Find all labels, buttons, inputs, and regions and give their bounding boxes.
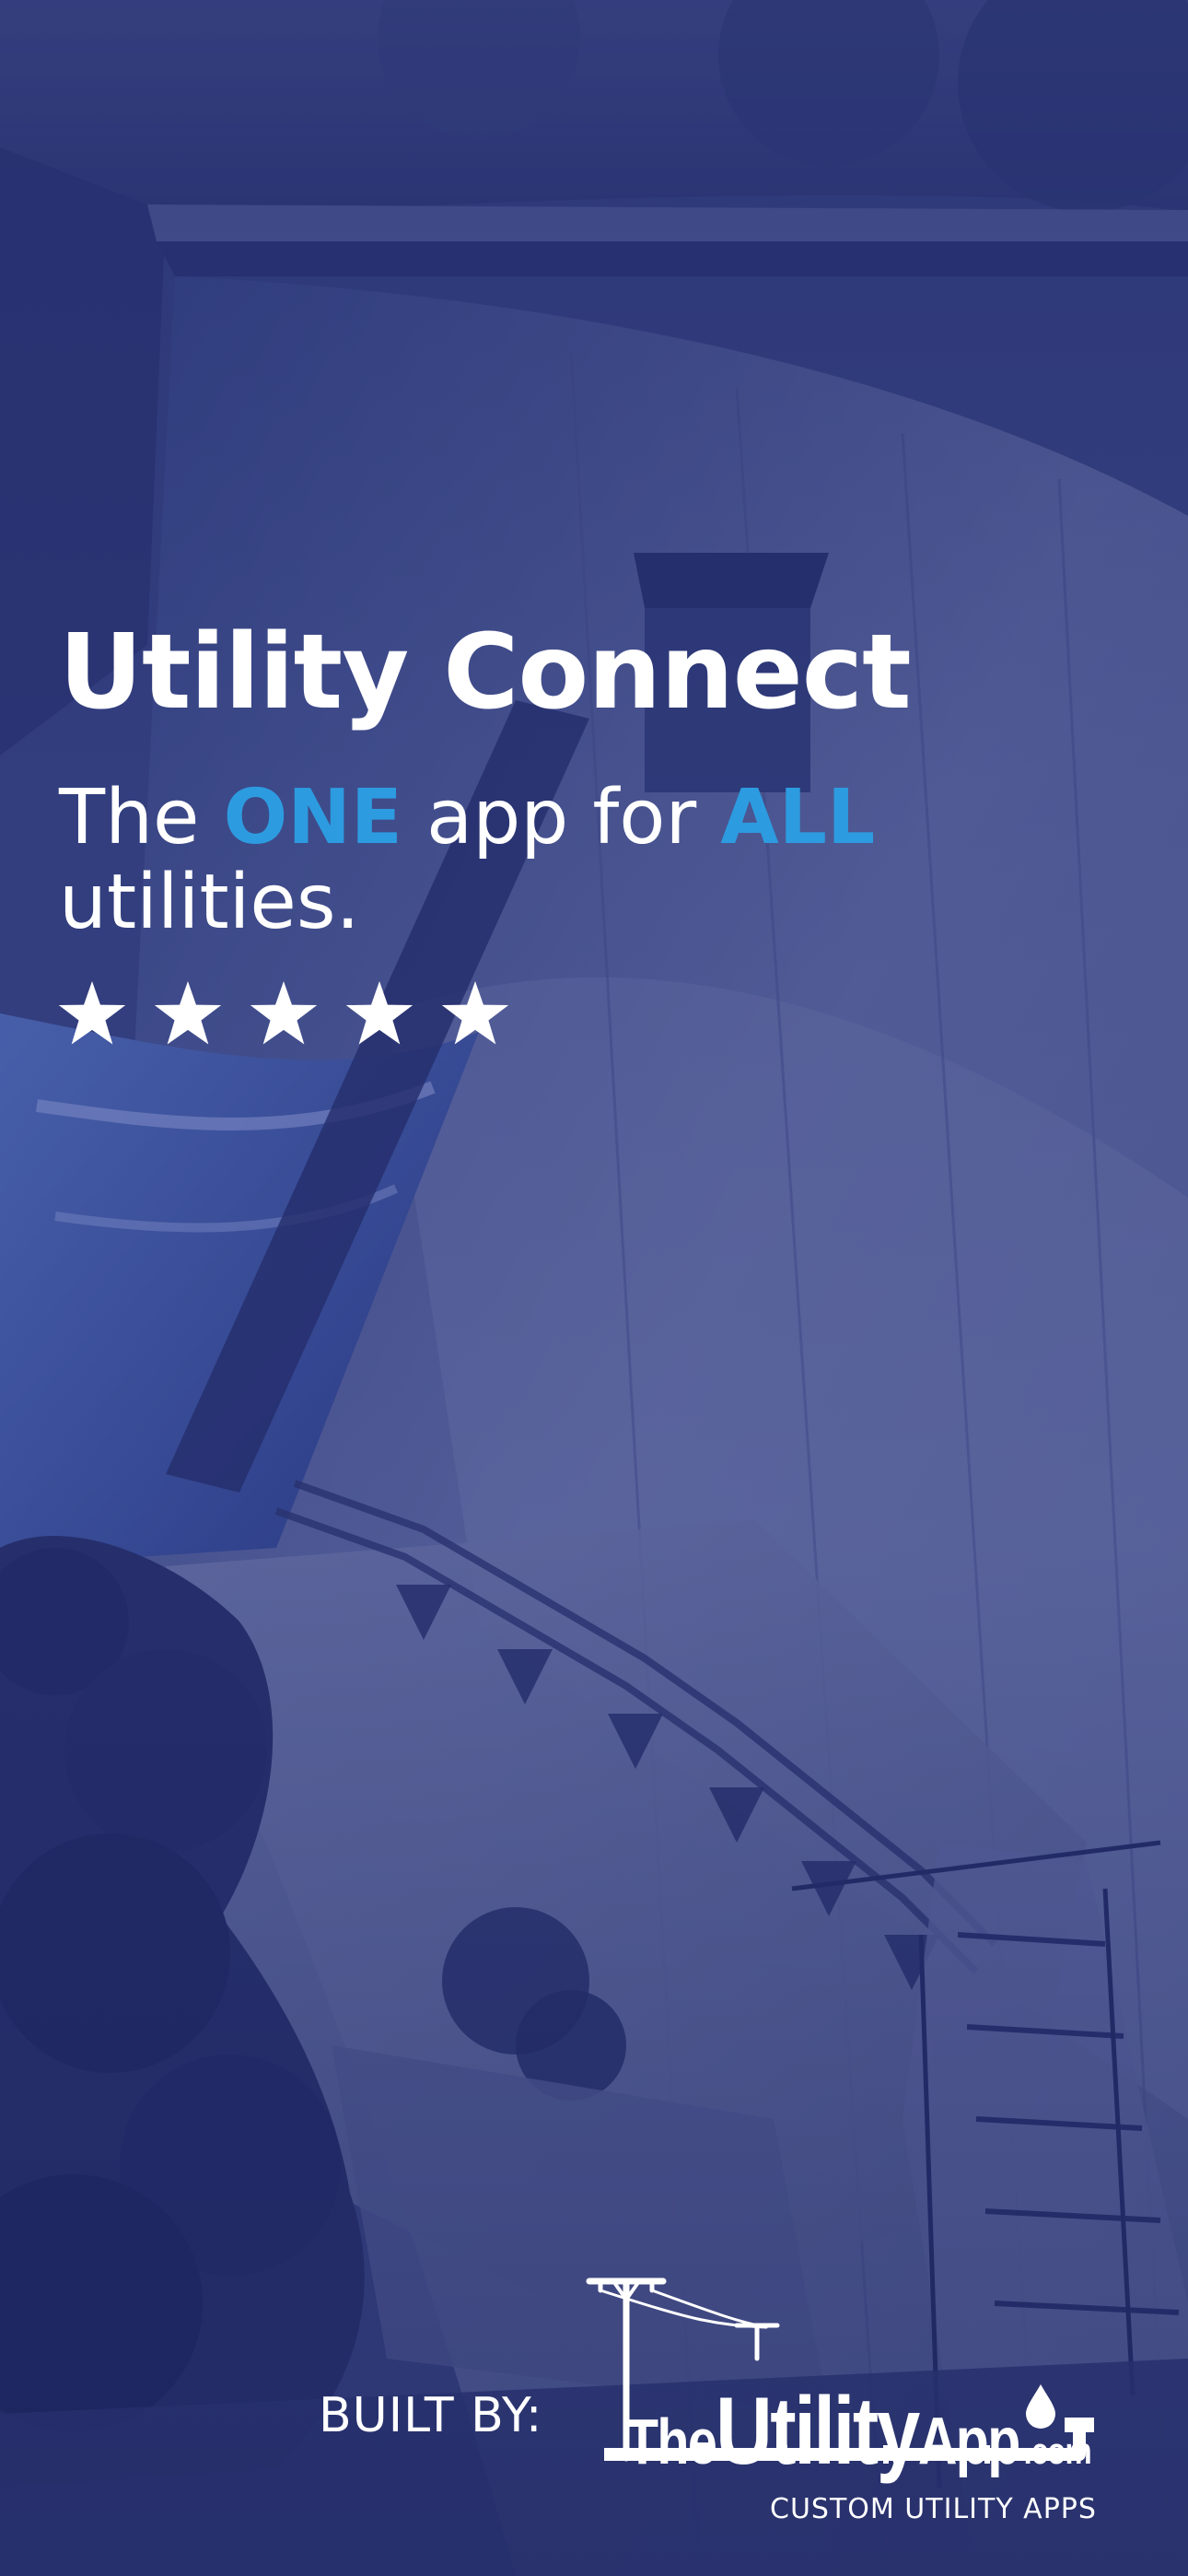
built-by-label: BUILT BY:: [319, 2388, 543, 2443]
star-icon: [345, 981, 413, 1045]
blue-tint-overlay: [0, 0, 1188, 2576]
brand-wordmark: The Utility App .com: [626, 2377, 1092, 2487]
rating-stars: [57, 978, 510, 1048]
app-title: Utility Connect: [59, 613, 912, 732]
brand-the: The: [626, 2406, 717, 2477]
tagline-text-3: utilities.: [59, 859, 360, 946]
app-store-screenshot: Utility Connect The ONE app for ALL utili…: [0, 0, 1188, 2576]
brand-com: .com: [1023, 2431, 1092, 2472]
app-tagline: The ONE app for ALL utilities.: [59, 776, 1072, 945]
brand-app: App: [917, 2405, 1020, 2478]
star-icon: [154, 981, 222, 1045]
star-icon: [250, 981, 318, 1045]
star-icon: [58, 981, 126, 1045]
star-icon: [441, 981, 509, 1045]
brand-utility: Utility: [716, 2378, 920, 2485]
tagline-accent-all: ALL: [720, 774, 876, 861]
tagline-text-2: app for: [402, 774, 721, 861]
brand-tagline: CUSTOM UTILITY APPS: [770, 2493, 1097, 2525]
tagline-text-1: The: [59, 774, 224, 861]
tagline-accent-one: ONE: [223, 774, 402, 861]
